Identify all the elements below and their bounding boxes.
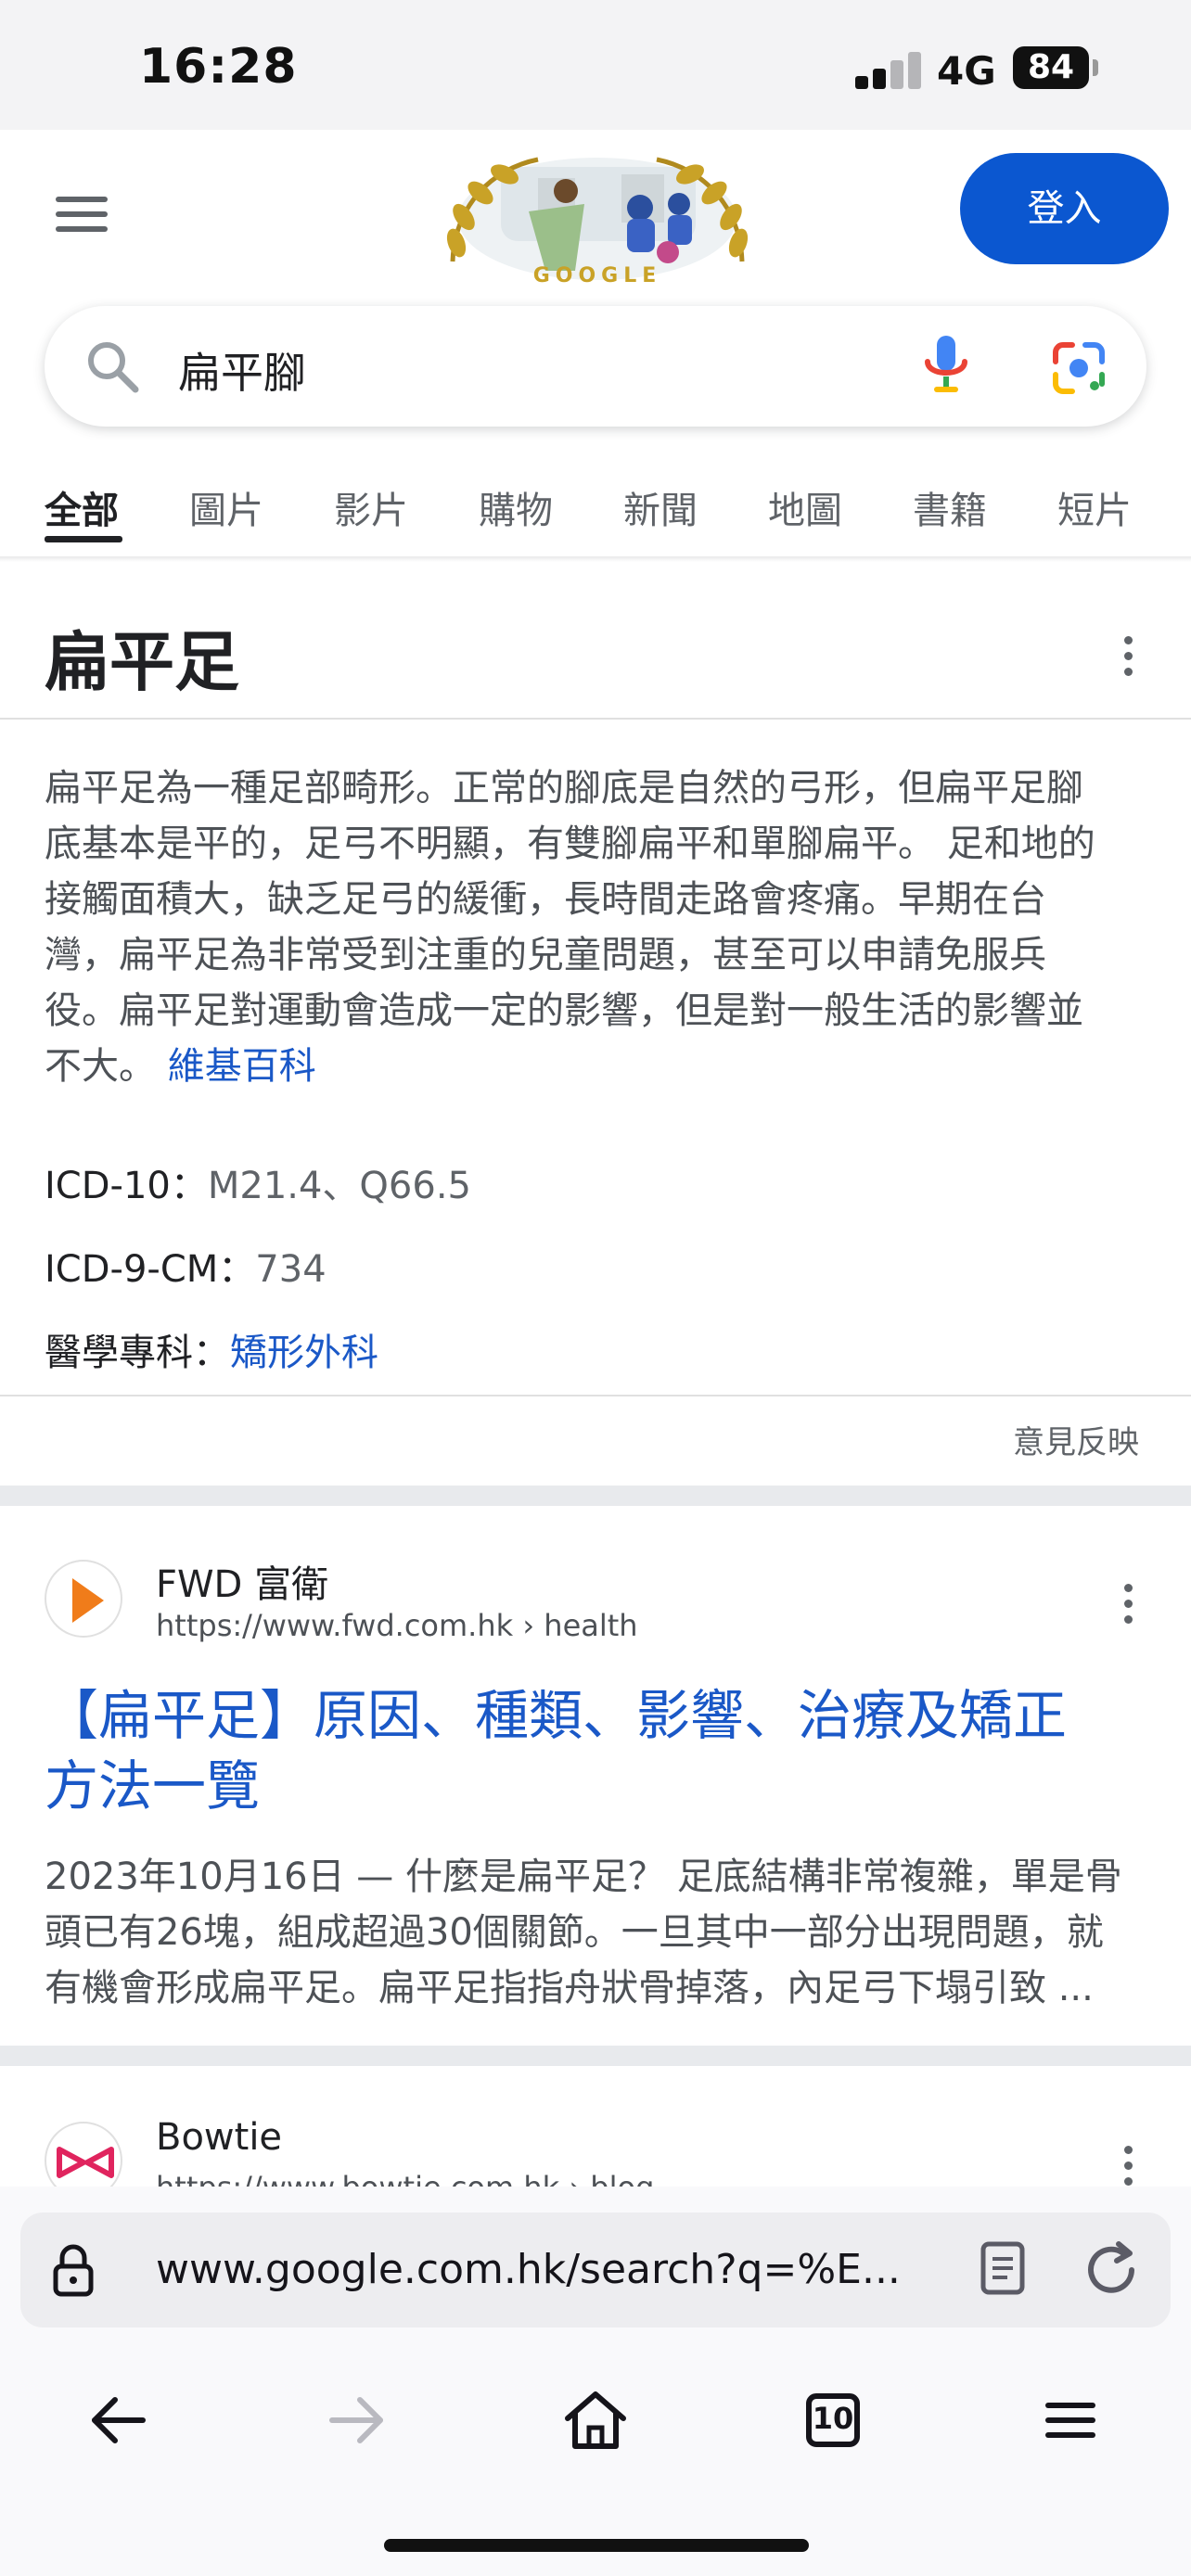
fact-value: 734 — [255, 1248, 327, 1291]
battery-tip — [1093, 59, 1098, 76]
status-bar: 16:28 4G 84 — [0, 0, 1191, 130]
description-line: 扁平足為一種足部畸形。正常的腳底是自然的弓形，但扁平足腳 — [45, 767, 1083, 810]
tab-shopping[interactable]: 購物 — [479, 480, 553, 534]
section-separator — [0, 2046, 1191, 2066]
description-line: 底基本是平的，足弓不明顯，有雙腳扁平和單腳扁平。 足和地的 — [45, 823, 1095, 865]
home-icon[interactable] — [558, 2383, 633, 2457]
description-line: 灣，扁平足為非常受到注重的兒童問題，甚至可以申請免服兵 — [45, 934, 1046, 976]
description-line: 役。扁平足對運動會造成一定的影響，但是對一般生活的影響並 — [45, 989, 1083, 1032]
search-tabs: 全部 圖片 影片 購物 新聞 地圖 書籍 短片 — [0, 464, 1191, 560]
result-site-name[interactable]: FWD 富衛 — [156, 1554, 328, 1608]
result-title-line[interactable]: 【扁平足】原因、種類、影響、治療及矯正 — [45, 1680, 1148, 1751]
result-title-line[interactable]: 方法一覽 — [45, 1751, 1148, 1821]
search-input[interactable]: 扁平腳 — [45, 306, 1146, 427]
back-arrow-icon[interactable] — [82, 2383, 156, 2457]
fact-value: M21.4、Q66.5 — [207, 1165, 471, 1207]
description-line: 接觸面積大，缺乏足弓的緩衝，長時間走路會疼痛。早期在台 — [45, 878, 1046, 921]
wikipedia-link[interactable]: 維基百科 — [168, 1045, 316, 1088]
fact-label: 醫學專科： — [45, 1332, 230, 1374]
reload-icon[interactable] — [1082, 2240, 1141, 2300]
description-last-line: 不大。 維基百科 — [45, 1039, 1148, 1094]
tab-news[interactable]: 新聞 — [623, 480, 698, 534]
microphone-icon[interactable] — [918, 334, 974, 401]
address-bar[interactable]: www.google.com.hk/search?q=%E... — [20, 2213, 1171, 2327]
signal-icon — [855, 52, 922, 89]
reader-view-icon[interactable] — [980, 2240, 1026, 2296]
tab-books[interactable]: 書籍 — [913, 480, 987, 534]
lock-icon[interactable] — [52, 2242, 95, 2298]
fact-specialty: 醫學專科：矯形外科 — [45, 1322, 378, 1376]
specialty-link[interactable]: 矯形外科 — [230, 1332, 378, 1374]
google-header: GOOGLE 登入 — [0, 130, 1191, 306]
result-snippet: 2023年10月16日 — 什麼是扁平足？ 足底結構非常複雜，單是骨 頭已有26… — [45, 1849, 1154, 2016]
divider — [0, 1395, 1191, 1396]
section-separator — [0, 1486, 1191, 1506]
feedback-link[interactable]: 意見反映 — [1013, 1417, 1139, 1462]
search-icon — [88, 342, 139, 393]
fact-icd10: ICD-10：M21.4、Q66.5 — [45, 1155, 471, 1209]
result-more-options-icon[interactable] — [1121, 1582, 1133, 1626]
fwd-favicon-icon — [45, 1560, 122, 1638]
snippet-line: 2023年10月16日 — 什麼是扁平足？ 足底結構非常複雜，單是骨 — [45, 1855, 1122, 1898]
description-line: 不大。 — [45, 1045, 156, 1088]
divider — [0, 718, 1191, 720]
tab-count: 10 — [812, 2401, 854, 2436]
active-tab-indicator — [45, 536, 122, 542]
login-button[interactable]: 登入 — [960, 153, 1169, 264]
tab-videos[interactable]: 影片 — [334, 480, 408, 534]
result-more-options-icon[interactable] — [1121, 2144, 1133, 2188]
fact-label: ICD-9-CM： — [45, 1248, 256, 1291]
forward-arrow-icon[interactable] — [319, 2383, 393, 2457]
fact-label: ICD-10： — [45, 1165, 208, 1207]
google-lens-icon[interactable] — [1050, 339, 1108, 397]
knowledge-panel-description: 扁平足為一種足部畸形。正常的腳底是自然的弓形，但扁平足腳 底基本是平的，足弓不明… — [45, 760, 1148, 1094]
tab-maps[interactable]: 地圖 — [768, 480, 842, 534]
tabs-shadow — [0, 556, 1191, 562]
result-site-name[interactable]: Bowtie — [156, 2116, 282, 2159]
snippet-line: 有機會形成扁平足。扁平足指指舟狀骨掉落，內足弓下塌引致 ... — [45, 1967, 1094, 2009]
more-options-icon[interactable] — [1121, 634, 1133, 679]
home-indicator — [384, 2539, 809, 2552]
snippet-line: 頭已有26塊，組成超過30個關節。一旦其中一部分出現問題，就 — [45, 1911, 1104, 1954]
tab-all[interactable]: 全部 — [45, 480, 119, 534]
fact-icd9: ICD-9-CM：734 — [45, 1239, 327, 1293]
knowledge-panel-title: 扁平足 — [45, 624, 239, 700]
google-doodle[interactable]: GOOGLE — [436, 150, 759, 287]
result-url[interactable]: https://www.fwd.com.hk › health — [156, 1608, 638, 1643]
tab-images[interactable]: 圖片 — [189, 480, 263, 534]
tabs-counter-button[interactable]: 10 — [796, 2383, 870, 2457]
browser-menu-icon[interactable] — [1033, 2383, 1108, 2457]
network-type: 4G — [937, 48, 996, 94]
address-bar-url[interactable]: www.google.com.hk/search?q=%E... — [156, 2246, 963, 2293]
tab-short-videos[interactable]: 短片 — [1057, 480, 1132, 534]
search-query[interactable]: 扁平腳 — [178, 339, 306, 401]
status-time: 16:28 — [139, 39, 298, 95]
hamburger-menu-icon[interactable] — [56, 193, 109, 236]
doodle-text: GOOGLE — [533, 264, 662, 287]
battery-icon: 84 — [1013, 46, 1089, 89]
result-title-link[interactable]: 【扁平足】原因、種類、影響、治療及矯正 方法一覽 — [45, 1680, 1148, 1821]
